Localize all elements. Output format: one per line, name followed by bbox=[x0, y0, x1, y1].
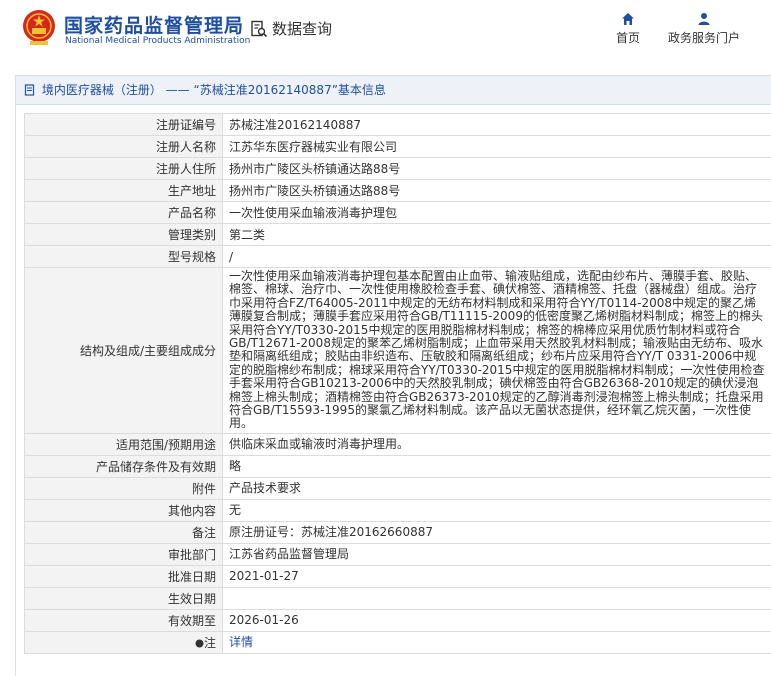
row-label: 注册人住所 bbox=[25, 158, 223, 180]
nav-home[interactable]: 首页 bbox=[610, 12, 646, 46]
row-value: 无 bbox=[223, 499, 771, 521]
table-row: 审批部门江苏省药品监督管理局 bbox=[25, 543, 771, 565]
row-value bbox=[223, 587, 771, 609]
table-row: 结构及组成/主要组成成分一次性使用采血输液消毒护理包基本配置由止血带、输液贴组成… bbox=[25, 268, 771, 434]
row-value: 一次性使用采血输液消毒护理包 bbox=[223, 202, 771, 224]
row-label: 生产地址 bbox=[25, 180, 223, 202]
note-label: 注 bbox=[204, 636, 216, 650]
row-label: 管理类别 bbox=[25, 224, 223, 246]
table-row: 其他内容无 bbox=[25, 499, 771, 521]
table-row: 注册人住所扬州市广陵区头桥镇通达路88号 bbox=[25, 158, 771, 180]
row-value: 苏械注准20162140887 bbox=[223, 114, 771, 136]
row-label: 有效期至 bbox=[25, 609, 223, 631]
row-label: 产品储存条件及有效期 bbox=[25, 455, 223, 477]
row-label: 注册人名称 bbox=[25, 136, 223, 158]
details-link[interactable]: 详情 bbox=[229, 635, 253, 649]
nav-service-label: 政务服务门户 bbox=[668, 31, 740, 45]
category-label[interactable]: 境内医疗器械（注册） bbox=[42, 83, 162, 97]
home-icon bbox=[621, 12, 635, 26]
table-row: 型号规格/ bbox=[25, 246, 771, 268]
row-value: 江苏省药品监督管理局 bbox=[223, 543, 771, 565]
note-label-cell: 注 bbox=[25, 631, 223, 653]
row-label: 适用范围/预期用途 bbox=[25, 433, 223, 455]
bullet-icon bbox=[195, 639, 204, 648]
table-row: 管理类别第二类 bbox=[25, 224, 771, 246]
table-row: 适用范围/预期用途供临床采血或输液时消毒护理用。 bbox=[25, 433, 771, 455]
row-value: / bbox=[223, 246, 771, 268]
nav-service-portal[interactable]: 政务服务门户 bbox=[663, 12, 745, 46]
row-value: 2021-01-27 bbox=[223, 565, 771, 587]
row-value: 第二类 bbox=[223, 224, 771, 246]
table-row: 产品储存条件及有效期略 bbox=[25, 455, 771, 477]
site-logo-subtitle: National Medical Products Administration bbox=[65, 36, 250, 46]
row-value: 产品技术要求 bbox=[223, 477, 771, 499]
row-label: 产品名称 bbox=[25, 202, 223, 224]
row-label: 备注 bbox=[25, 521, 223, 543]
row-value: 一次性使用采血输液消毒护理包基本配置由止血带、输液贴组成，选配由纱布片、薄膜手套… bbox=[223, 268, 771, 434]
row-label: 型号规格 bbox=[25, 246, 223, 268]
data-query-link[interactable]: 数据查询 bbox=[250, 18, 332, 39]
note-value-cell: 详情 bbox=[223, 631, 771, 653]
row-label: 生效日期 bbox=[25, 587, 223, 609]
table-row: 备注原注册证号：苏械注准20162660887 bbox=[25, 521, 771, 543]
site-logo-title[interactable]: 国家药品监督管理局 bbox=[64, 11, 244, 38]
row-label: 结构及组成/主要组成成分 bbox=[25, 268, 223, 434]
row-label: 附件 bbox=[25, 477, 223, 499]
row-value: 略 bbox=[223, 455, 771, 477]
user-icon bbox=[697, 12, 711, 26]
nav-home-label: 首页 bbox=[616, 31, 640, 45]
row-value: 供临床采血或输液时消毒护理用。 bbox=[223, 433, 771, 455]
row-value: 江苏华东医疗器械实业有限公司 bbox=[223, 136, 771, 158]
row-value: 2026-01-26 bbox=[223, 609, 771, 631]
table-row: 产品名称一次性使用采血输液消毒护理包 bbox=[25, 202, 771, 224]
document-search-icon bbox=[250, 20, 268, 38]
table-row: 批准日期2021-01-27 bbox=[25, 565, 771, 587]
row-value: 原注册证号：苏械注准20162660887 bbox=[223, 521, 771, 543]
table-row: 生效日期 bbox=[25, 587, 771, 609]
document-icon bbox=[24, 84, 36, 96]
table-row: 附件产品技术要求 bbox=[25, 477, 771, 499]
record-title: “苏械注准20162140887”基本信息 bbox=[194, 83, 386, 97]
national-emblem-icon bbox=[22, 8, 56, 46]
row-label: 审批部门 bbox=[25, 543, 223, 565]
row-value: 扬州市广陵区头桥镇通达路88号 bbox=[223, 158, 771, 180]
table-row: 有效期至2026-01-26 bbox=[25, 609, 771, 631]
table-row: 生产地址扬州市广陵区头桥镇通达路88号 bbox=[25, 180, 771, 202]
detail-panel: 境内医疗器械（注册） —— “苏械注准20162140887”基本信息 注册证编… bbox=[15, 75, 771, 676]
data-query-label: 数据查询 bbox=[272, 18, 332, 39]
row-value: 扬州市广陵区头桥镇通达路88号 bbox=[223, 180, 771, 202]
row-label: 批准日期 bbox=[25, 565, 223, 587]
table-row: 注册人名称江苏华东医疗器械实业有限公司 bbox=[25, 136, 771, 158]
row-label: 注册证编号 bbox=[25, 114, 223, 136]
table-row-note: 注 详情 bbox=[25, 631, 771, 653]
detail-table: 注册证编号苏械注准20162140887 注册人名称江苏华东医疗器械实业有限公司… bbox=[24, 113, 771, 654]
title-separator: —— bbox=[166, 83, 190, 97]
panel-title-bar: 境内医疗器械（注册） —— “苏械注准20162140887”基本信息 bbox=[16, 76, 771, 105]
site-header: 国家药品监督管理局 National Medical Products Admi… bbox=[0, 0, 771, 60]
row-label: 其他内容 bbox=[25, 499, 223, 521]
table-row: 注册证编号苏械注准20162140887 bbox=[25, 114, 771, 136]
